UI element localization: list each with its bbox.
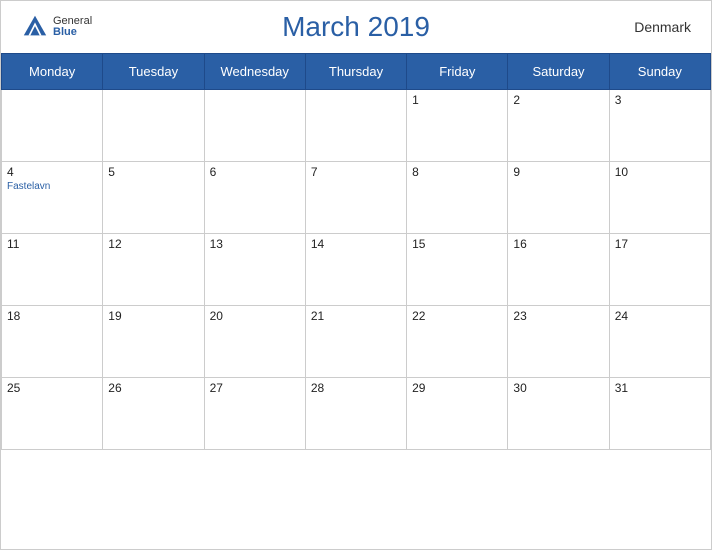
day-cell: 11	[2, 234, 103, 306]
day-cell: 15	[407, 234, 508, 306]
day-number: 15	[412, 237, 502, 251]
day-cell: 4 Fastelavn	[2, 162, 103, 234]
calendar-title: March 2019	[282, 11, 430, 43]
day-number: 6	[210, 165, 300, 179]
col-thursday: Thursday	[305, 54, 406, 90]
holiday-text: Fastelavn	[7, 181, 97, 192]
day-cell	[103, 90, 204, 162]
day-cell: 10	[609, 162, 710, 234]
day-number: 3	[615, 93, 705, 107]
day-number: 19	[108, 309, 198, 323]
day-cell: 18	[2, 306, 103, 378]
day-number: 11	[7, 237, 97, 251]
day-number: 18	[7, 309, 97, 323]
day-cell: 6	[204, 162, 305, 234]
day-cell: 28	[305, 378, 406, 450]
day-cell: 9	[508, 162, 609, 234]
day-cell: 8	[407, 162, 508, 234]
day-cell: 12	[103, 234, 204, 306]
day-number: 26	[108, 381, 198, 395]
weekday-header-row: Monday Tuesday Wednesday Thursday Friday…	[2, 54, 711, 90]
country-label: Denmark	[634, 19, 691, 35]
day-number: 31	[615, 381, 705, 395]
day-cell: 13	[204, 234, 305, 306]
day-cell: 31	[609, 378, 710, 450]
day-cell: 3	[609, 90, 710, 162]
day-cell: 30	[508, 378, 609, 450]
day-number: 27	[210, 381, 300, 395]
week-row-3: 18 19 20 21 22 23 24	[2, 306, 711, 378]
day-number: 17	[615, 237, 705, 251]
week-row-0: 123	[2, 90, 711, 162]
day-cell: 1	[407, 90, 508, 162]
logo-blue: Blue	[53, 27, 92, 38]
day-cell: 23	[508, 306, 609, 378]
col-friday: Friday	[407, 54, 508, 90]
day-number: 23	[513, 309, 603, 323]
day-number: 7	[311, 165, 401, 179]
day-cell: 5	[103, 162, 204, 234]
day-number: 2	[513, 93, 603, 107]
day-number: 20	[210, 309, 300, 323]
day-cell: 22	[407, 306, 508, 378]
day-number: 25	[7, 381, 97, 395]
day-number: 30	[513, 381, 603, 395]
day-cell: 26	[103, 378, 204, 450]
calendar-grid: Monday Tuesday Wednesday Thursday Friday…	[1, 53, 711, 450]
col-wednesday: Wednesday	[204, 54, 305, 90]
day-cell: 19	[103, 306, 204, 378]
day-number: 5	[108, 165, 198, 179]
logo-icon	[21, 13, 49, 41]
day-number: 24	[615, 309, 705, 323]
day-cell: 29	[407, 378, 508, 450]
day-number: 1	[412, 93, 502, 107]
day-cell: 7	[305, 162, 406, 234]
day-cell: 20	[204, 306, 305, 378]
day-number: 12	[108, 237, 198, 251]
day-cell: 25	[2, 378, 103, 450]
day-cell: 2	[508, 90, 609, 162]
day-number: 28	[311, 381, 401, 395]
day-number: 13	[210, 237, 300, 251]
calendar-container: General Blue March 2019 Denmark Monday T…	[0, 0, 712, 550]
day-cell: 24	[609, 306, 710, 378]
day-number: 10	[615, 165, 705, 179]
day-cell: 21	[305, 306, 406, 378]
week-row-4: 25 26 27 28 29 30 31	[2, 378, 711, 450]
day-cell: 14	[305, 234, 406, 306]
calendar-body: 1234Fastelavn567891011121314151617181920…	[2, 90, 711, 450]
week-row-1: 4 Fastelavn 56789 10	[2, 162, 711, 234]
day-number: 4	[7, 165, 97, 179]
day-cell	[204, 90, 305, 162]
day-cell	[305, 90, 406, 162]
logo-area: General Blue	[21, 13, 92, 41]
logo-text: General Blue	[53, 16, 92, 38]
day-number: 16	[513, 237, 603, 251]
day-cell: 27	[204, 378, 305, 450]
day-cell: 16	[508, 234, 609, 306]
week-row-2: 11 12 13 14 15 16 17	[2, 234, 711, 306]
day-number: 9	[513, 165, 603, 179]
col-tuesday: Tuesday	[103, 54, 204, 90]
day-number: 14	[311, 237, 401, 251]
col-monday: Monday	[2, 54, 103, 90]
day-number: 21	[311, 309, 401, 323]
day-cell: 17	[609, 234, 710, 306]
day-number: 29	[412, 381, 502, 395]
day-number: 8	[412, 165, 502, 179]
day-cell	[2, 90, 103, 162]
col-saturday: Saturday	[508, 54, 609, 90]
day-number: 22	[412, 309, 502, 323]
col-sunday: Sunday	[609, 54, 710, 90]
calendar-header: General Blue March 2019 Denmark	[1, 1, 711, 53]
